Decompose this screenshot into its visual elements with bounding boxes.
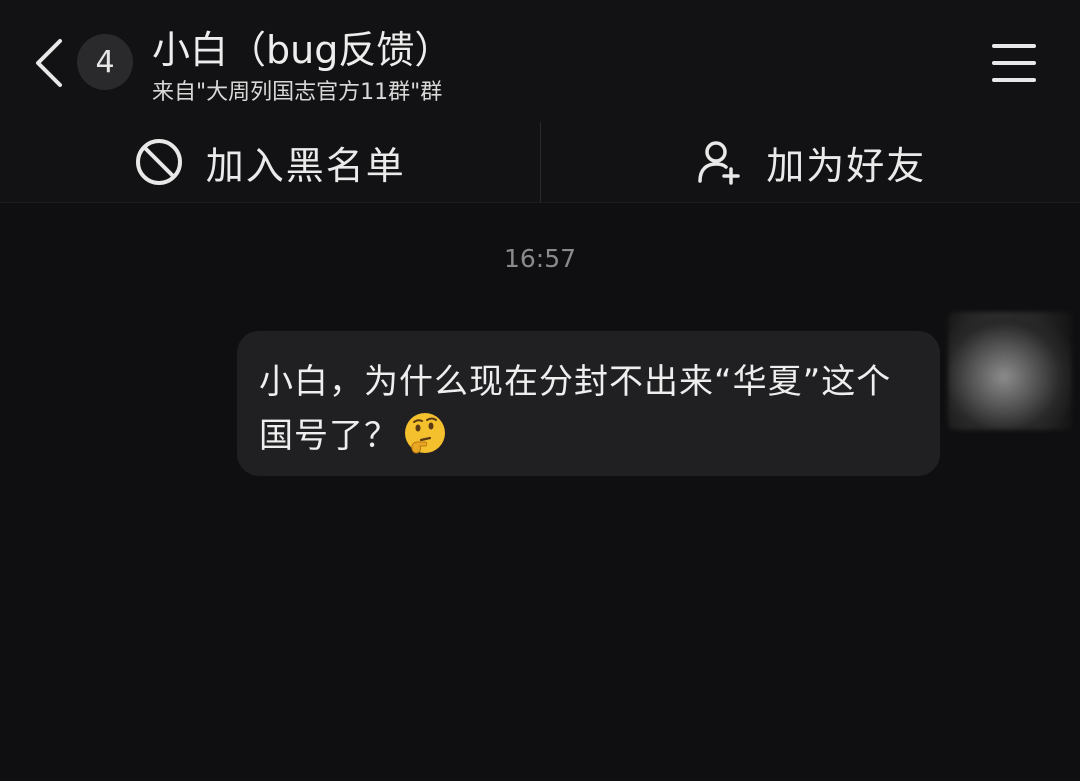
add-friend-button[interactable]: 加为好友	[539, 122, 1080, 202]
chat-header: 4 小白（bug反馈） 来自"大周列国志官方11群"群	[0, 0, 1080, 122]
add-friend-label: 加为好友	[766, 143, 927, 188]
block-icon	[134, 137, 184, 187]
message-text: 小白，为什么现在分封不出来“华夏”这个国号了？	[259, 362, 892, 456]
add-to-blacklist-button[interactable]: 加入黑名单	[0, 122, 540, 202]
stranger-action-bar: 加入黑名单 加为好友	[0, 122, 1080, 203]
add-to-blacklist-label: 加入黑名单	[205, 143, 406, 188]
chat-screen: 4 小白（bug反馈） 来自"大周列国志官方11群"群 加入黑名单 加为好友 1…	[0, 0, 1080, 781]
message-bubble[interactable]: 小白，为什么现在分封不出来“华夏”这个国号了？	[237, 331, 940, 476]
add-user-icon	[694, 137, 744, 187]
thinking-face-emoji-icon	[403, 411, 447, 455]
message-timestamp: 16:57	[503, 244, 577, 273]
chat-title: 小白（bug反馈）	[152, 28, 453, 72]
chevron-left-icon	[36, 39, 62, 87]
chat-subtitle: 来自"大周列国志官方11群"群	[152, 80, 443, 105]
menu-button[interactable]	[986, 36, 1042, 90]
hamburger-menu-icon	[992, 44, 1036, 48]
sender-avatar[interactable]	[948, 312, 1072, 430]
back-button[interactable]	[24, 28, 74, 98]
unread-count-badge[interactable]: 4	[77, 34, 133, 90]
